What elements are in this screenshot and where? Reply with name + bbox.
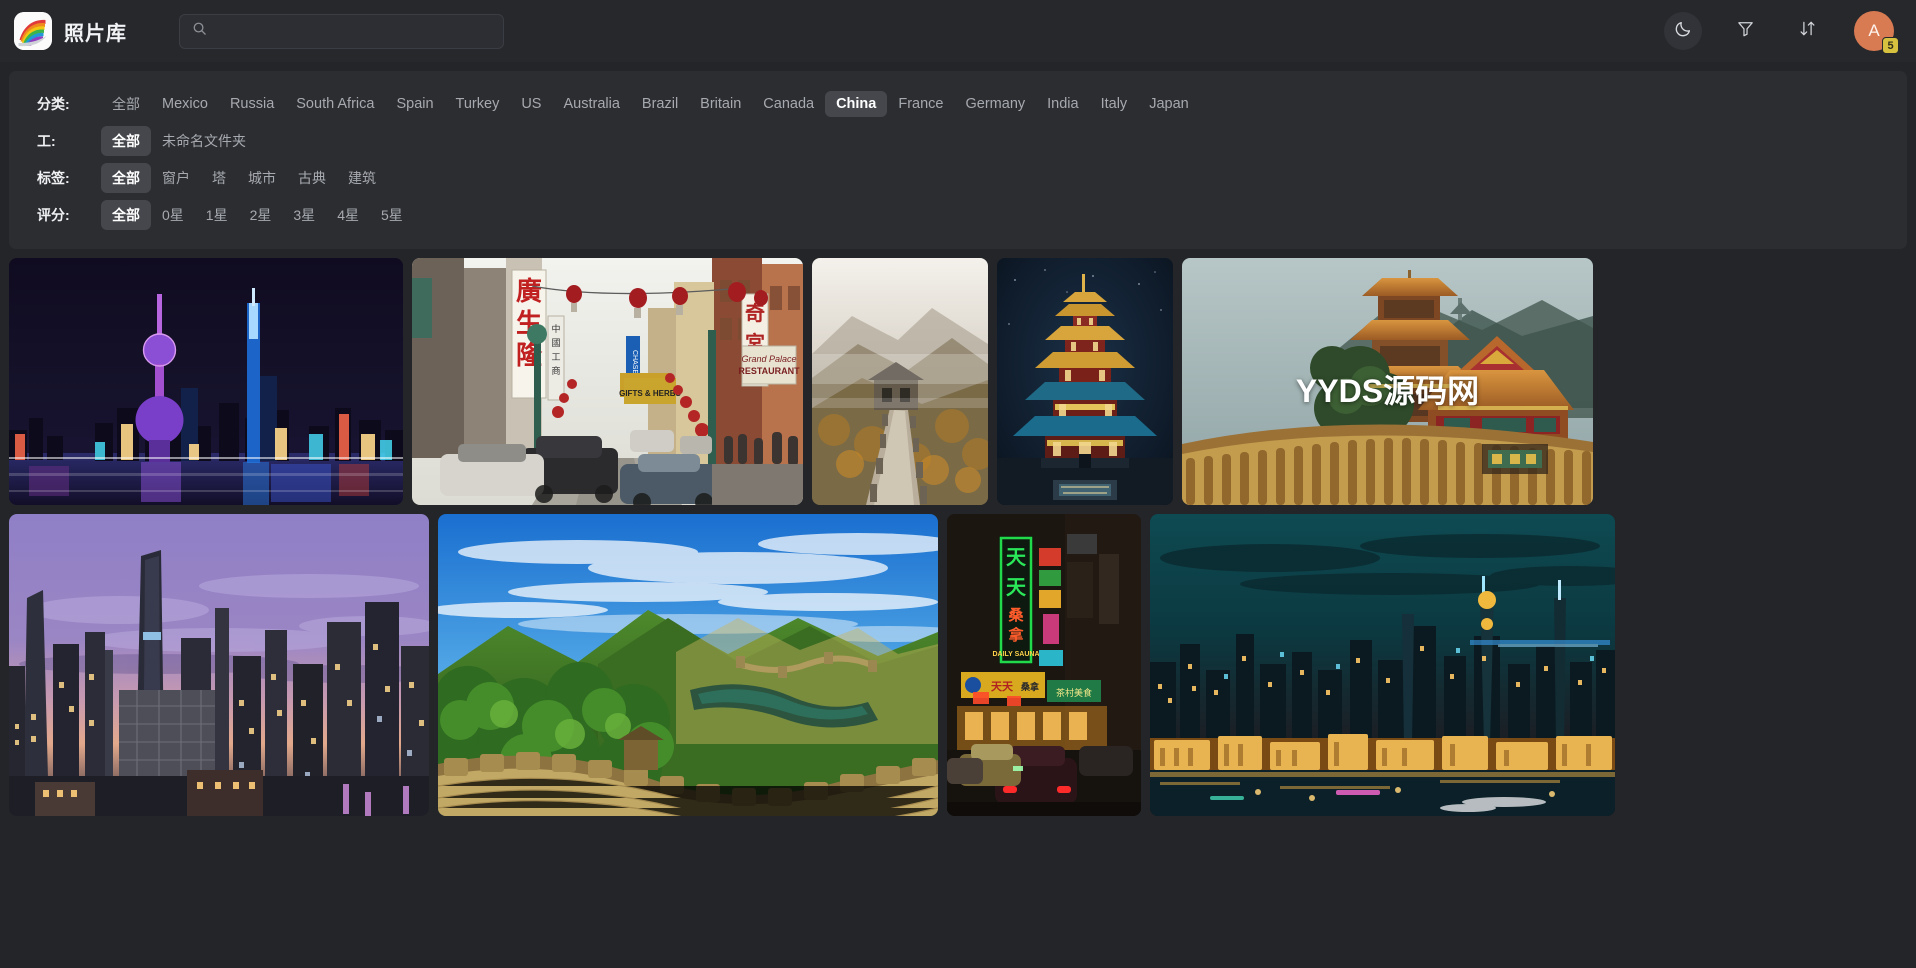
filter-chip-tag-architecture[interactable]: 建筑 <box>337 163 387 193</box>
funnel-icon <box>1736 19 1755 43</box>
filter-label-rating: 评分: <box>21 205 101 225</box>
filter-chip-tag-classical[interactable]: 古典 <box>287 163 337 193</box>
filter-label-tag: 标签: <box>21 168 101 188</box>
filter-row-category: 分类: 全部 Mexico Russia South Africa Spain … <box>21 85 1895 122</box>
filter-chip-tag-city[interactable]: 城市 <box>237 163 287 193</box>
photo-shanghai-skyline-night[interactable] <box>9 258 403 505</box>
photo-beijing-cbd-dusk[interactable] <box>9 514 429 816</box>
filter-chip-rating-3star[interactable]: 3星 <box>282 200 326 230</box>
brand: 照片库 <box>14 12 127 50</box>
svg-text:桑拿: 桑拿 <box>1020 681 1040 692</box>
filter-chip-category-britain[interactable]: Britain <box>689 91 752 117</box>
filter-chip-category-brazil[interactable]: Brazil <box>631 91 689 117</box>
filter-chip-category-russia[interactable]: Russia <box>219 91 285 117</box>
svg-text:桑: 桑 <box>1008 607 1024 624</box>
page-title: 照片库 <box>64 17 127 46</box>
photo-chinatown-street[interactable]: 廣 生 隆 中國工商 奇宮 Grand Palace RESTAURANT CH… <box>412 258 803 505</box>
svg-text:廣: 廣 <box>516 276 542 306</box>
filter-chip-rating-4star[interactable]: 4星 <box>326 200 370 230</box>
photo-great-wall-green-hills[interactable] <box>438 514 938 816</box>
filter-options-rating: 全部 0星 1星 2星 3星 4星 5星 <box>101 200 414 230</box>
search-box[interactable] <box>179 14 504 49</box>
filter-chip-category-canada[interactable]: Canada <box>752 91 825 117</box>
rainbow-photos-logo-icon <box>14 12 52 50</box>
svg-text:天: 天 <box>1006 577 1027 599</box>
filter-row-tag: 标签: 全部 窗户 塔 城市 古典 建筑 <box>21 159 1895 196</box>
filter-options-folder: 全部 未命名文件夹 <box>101 126 257 156</box>
gallery-row: 天 天 桑 拿 DAILY SAUNA <box>9 514 1907 816</box>
filter-chip-category-mexico[interactable]: Mexico <box>151 91 219 117</box>
avatar-badge: 5 <box>1882 37 1899 54</box>
svg-text:工: 工 <box>551 352 560 362</box>
filter-options-category: 全部 Mexico Russia South Africa Spain Turk… <box>101 89 1200 119</box>
sort-arrows-icon <box>1798 19 1817 43</box>
sort-button[interactable] <box>1788 12 1826 50</box>
filter-row-rating: 评分: 全部 0星 1星 2星 3星 4星 5星 <box>21 196 1895 233</box>
filter-chip-category-italy[interactable]: Italy <box>1090 91 1139 117</box>
filter-label-category: 分类: <box>21 94 101 114</box>
filter-chip-category-all[interactable]: 全部 <box>101 89 151 119</box>
filter-chip-folder-all[interactable]: 全部 <box>101 126 151 156</box>
gallery-row: 廣 生 隆 中國工商 奇宮 Grand Palace RESTAURANT CH… <box>9 258 1907 505</box>
avatar[interactable]: A 5 <box>1854 11 1894 51</box>
filter-chip-rating-1star[interactable]: 1星 <box>195 200 239 230</box>
filter-chip-rating-all[interactable]: 全部 <box>101 200 151 230</box>
search-icon <box>192 21 207 41</box>
svg-text:Grand Palace: Grand Palace <box>741 354 796 364</box>
filter-chip-rating-5star[interactable]: 5星 <box>370 200 414 230</box>
filter-chip-rating-0star[interactable]: 0星 <box>151 200 195 230</box>
svg-text:天: 天 <box>1006 547 1027 569</box>
photo-neon-street-taxis[interactable]: 天 天 桑 拿 DAILY SAUNA <box>947 514 1141 816</box>
filter-label-folder: 工: <box>21 131 101 151</box>
filter-button[interactable] <box>1726 12 1764 50</box>
svg-text:DAILY SAUNA: DAILY SAUNA <box>992 651 1039 658</box>
photo-great-wall-autumn-mist[interactable] <box>812 258 988 505</box>
filter-chip-category-germany[interactable]: Germany <box>955 91 1037 117</box>
filter-row-folder: 工: 全部 未命名文件夹 <box>21 122 1895 159</box>
photo-temple-roofs[interactable]: YYDS源码网 <box>1182 258 1593 505</box>
filter-chip-category-spain[interactable]: Spain <box>385 91 444 117</box>
filter-chip-category-turkey[interactable]: Turkey <box>445 91 511 117</box>
svg-text:中: 中 <box>551 323 560 334</box>
filter-chip-tag-tower[interactable]: 塔 <box>201 163 237 193</box>
svg-text:CHASE: CHASE <box>631 350 638 374</box>
svg-text:RESTAURANT: RESTAURANT <box>738 366 800 376</box>
filter-chip-category-france[interactable]: France <box>887 91 954 117</box>
filter-chip-folder-unnamed[interactable]: 未命名文件夹 <box>151 126 257 156</box>
svg-text:天天: 天天 <box>991 680 1014 693</box>
photo-gallery: 廣 生 隆 中國工商 奇宮 Grand Palace RESTAURANT CH… <box>0 249 1916 816</box>
filter-chip-category-australia[interactable]: Australia <box>552 91 630 117</box>
filter-options-tag: 全部 窗户 塔 城市 古典 建筑 <box>101 163 387 193</box>
photo-bund-night-view[interactable] <box>1150 514 1615 816</box>
app-header: 照片库 <box>0 0 1916 62</box>
search-input[interactable] <box>216 24 491 39</box>
dark-mode-toggle[interactable] <box>1664 12 1702 50</box>
filter-chip-category-south-africa[interactable]: South Africa <box>285 91 385 117</box>
svg-text:茶村美食: 茶村美食 <box>1056 687 1092 698</box>
filter-chip-tag-all[interactable]: 全部 <box>101 163 151 193</box>
filter-chip-category-japan[interactable]: Japan <box>1138 91 1200 117</box>
filter-chip-category-china[interactable]: China <box>825 91 887 117</box>
svg-text:拿: 拿 <box>1007 626 1024 644</box>
filter-chip-category-india[interactable]: India <box>1036 91 1089 117</box>
filter-chip-rating-2star[interactable]: 2星 <box>239 200 283 230</box>
photo-pagoda-night[interactable] <box>997 258 1173 505</box>
svg-text:商: 商 <box>551 365 560 376</box>
filter-panel: 分类: 全部 Mexico Russia South Africa Spain … <box>9 71 1907 249</box>
svg-text:GIFTS & HERBS: GIFTS & HERBS <box>619 389 681 398</box>
filter-chip-category-us[interactable]: US <box>510 91 552 117</box>
moon-icon <box>1674 19 1693 43</box>
search-container <box>179 14 504 49</box>
header-actions: A 5 <box>1664 11 1894 51</box>
svg-text:國: 國 <box>551 338 560 348</box>
filter-chip-tag-window[interactable]: 窗户 <box>151 163 201 193</box>
